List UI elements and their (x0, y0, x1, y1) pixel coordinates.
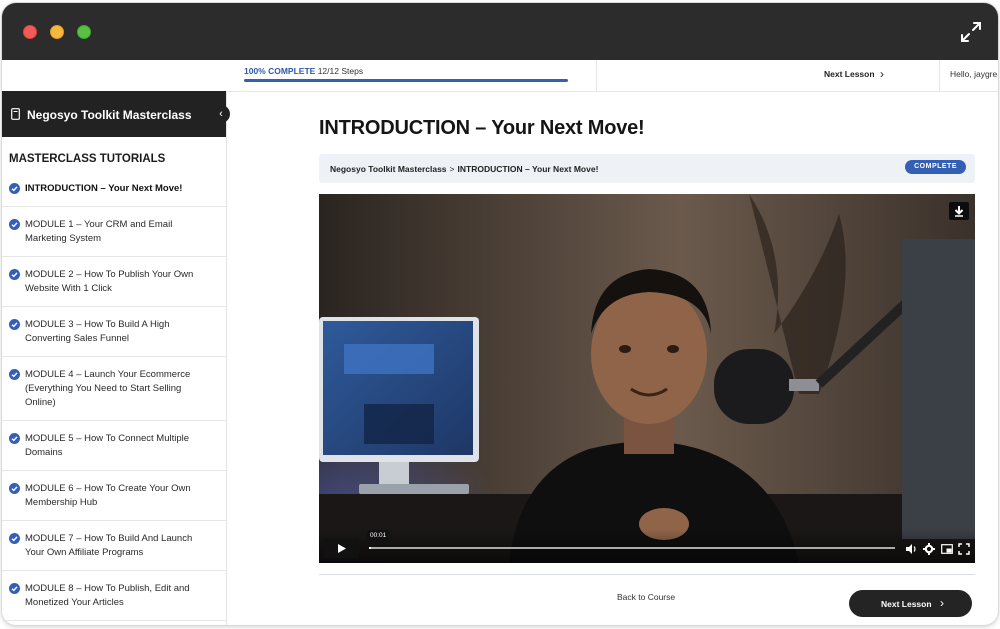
progress-steps: 12/12 Steps (317, 66, 364, 76)
video-player[interactable]: 00:01 (319, 194, 975, 563)
status-badge: COMPLETE (905, 160, 966, 174)
check-circle-icon (9, 483, 20, 494)
video-current-time: 00:01 (367, 530, 390, 541)
zoom-window-button[interactable] (77, 25, 91, 39)
chevron-right-icon[interactable]: › (880, 67, 884, 81)
sidebar-lesson-item[interactable]: MODULE 5 – How To Connect Multiple Domai… (2, 421, 226, 471)
course-progress-header: 100% COMPLETE 12/12 Steps Next Lesson › … (2, 60, 998, 92)
check-circle-icon (9, 219, 20, 230)
progress-bar-fill (244, 79, 568, 82)
breadcrumb: Negosyo Toolkit Masterclass > INTRODUCTION… (319, 154, 975, 183)
check-circle-icon (9, 533, 20, 544)
picture-in-picture-icon[interactable] (941, 543, 953, 555)
sidebar-lesson-label: MODULE 7 – How To Build And Launch Your … (25, 533, 193, 558)
settings-gear-icon[interactable] (923, 543, 935, 555)
browser-window: 100% COMPLETE 12/12 Steps Next Lesson › … (2, 3, 998, 625)
sidebar-lesson-item[interactable]: MODULE 6 – How To Create Your Own Member… (2, 471, 226, 521)
user-greeting[interactable]: Hello, jaygre (950, 69, 997, 79)
sidebar-lesson-item[interactable]: INTRODUCTION – Your Next Move! (2, 175, 226, 207)
expand-arrows-icon[interactable] (960, 21, 982, 43)
progress-bar (244, 79, 568, 82)
check-circle-icon (9, 183, 20, 194)
play-button[interactable] (324, 539, 359, 558)
check-circle-icon (9, 433, 20, 444)
volume-icon[interactable] (905, 543, 917, 555)
sidebar-lesson-item[interactable]: MODULE 4 – Launch Your Ecommerce (Everyt… (2, 357, 226, 421)
sidebar-lesson-label: MODULE 1 – Your CRM and Email Marketing … (25, 219, 173, 244)
minimize-window-button[interactable] (50, 25, 64, 39)
course-sidebar: Negosyo Toolkit Masterclass ‹ MASTERCLAS… (2, 91, 230, 625)
content-divider (319, 574, 975, 575)
header-divider (596, 60, 597, 91)
sidebar-lesson-label: MODULE 5 – How To Connect Multiple Domai… (25, 433, 190, 458)
sidebar-lesson-label: MODULE 8 – How To Publish, Edit and Mone… (25, 583, 190, 608)
course-title[interactable]: Negosyo Toolkit Masterclass (27, 108, 192, 122)
header-next-lesson-link[interactable]: Next Lesson (824, 69, 875, 79)
lesson-list: INTRODUCTION – Your Next Move! MODULE 1 –… (2, 175, 226, 621)
sidebar-lesson-item[interactable]: MODULE 1 – Your CRM and Email Marketing … (2, 207, 226, 257)
chevron-right-icon: › (940, 596, 944, 610)
video-scrubber[interactable] (369, 547, 895, 549)
book-icon (11, 108, 20, 120)
check-circle-icon (9, 269, 20, 280)
title-bar (2, 3, 998, 60)
check-circle-icon (9, 319, 20, 330)
page-title: INTRODUCTION – Your Next Move! (319, 117, 645, 139)
sidebar-lesson-label: MODULE 2 – How To Publish Your Own Websi… (25, 269, 194, 294)
collapse-sidebar-button[interactable]: ‹ (212, 105, 230, 123)
play-icon (338, 544, 346, 553)
close-window-button[interactable] (23, 25, 37, 39)
breadcrumb-course-link[interactable]: Negosyo Toolkit Masterclass (330, 164, 447, 174)
video-scrubber-progress (369, 547, 371, 549)
check-circle-icon (9, 583, 20, 594)
sidebar-lesson-label: MODULE 3 – How To Build A High Convertin… (25, 319, 170, 344)
sidebar-lesson-label: MODULE 4 – Launch Your Ecommerce (Everyt… (25, 369, 191, 408)
sidebar-course-header: Negosyo Toolkit Masterclass ‹ (2, 91, 230, 137)
breadcrumb-current: INTRODUCTION – Your Next Move! (457, 164, 599, 174)
sidebar-lesson-label: MODULE 6 – How To Create Your Own Member… (25, 483, 191, 508)
sidebar-lesson-item[interactable]: MODULE 8 – How To Publish, Edit and Mone… (2, 571, 226, 621)
breadcrumb-separator: > (449, 164, 455, 174)
section-heading: MASTERCLASS TUTORIALS (9, 153, 166, 165)
video-frame (319, 194, 975, 563)
header-divider (939, 60, 940, 91)
check-circle-icon (9, 369, 20, 380)
download-icon (954, 206, 964, 217)
progress-percent-label: 100% COMPLETE (244, 66, 316, 76)
next-lesson-button-label: Next Lesson (881, 599, 932, 609)
back-to-course-link[interactable]: Back to Course (617, 592, 675, 602)
sidebar-lesson-item[interactable]: MODULE 3 – How To Build A High Convertin… (2, 307, 226, 357)
sidebar-lesson-item[interactable]: MODULE 7 – How To Build And Launch Your … (2, 521, 226, 571)
fullscreen-icon[interactable] (958, 543, 970, 555)
next-lesson-button[interactable]: Next Lesson › (849, 590, 972, 617)
sidebar-lesson-item[interactable]: MODULE 2 – How To Publish Your Own Websi… (2, 257, 226, 307)
download-button[interactable] (949, 202, 969, 220)
sidebar-lesson-label: INTRODUCTION – Your Next Move! (25, 183, 183, 194)
video-controls: 00:01 (319, 529, 975, 563)
progress-status: 100% COMPLETE 12/12 Steps (244, 66, 363, 76)
